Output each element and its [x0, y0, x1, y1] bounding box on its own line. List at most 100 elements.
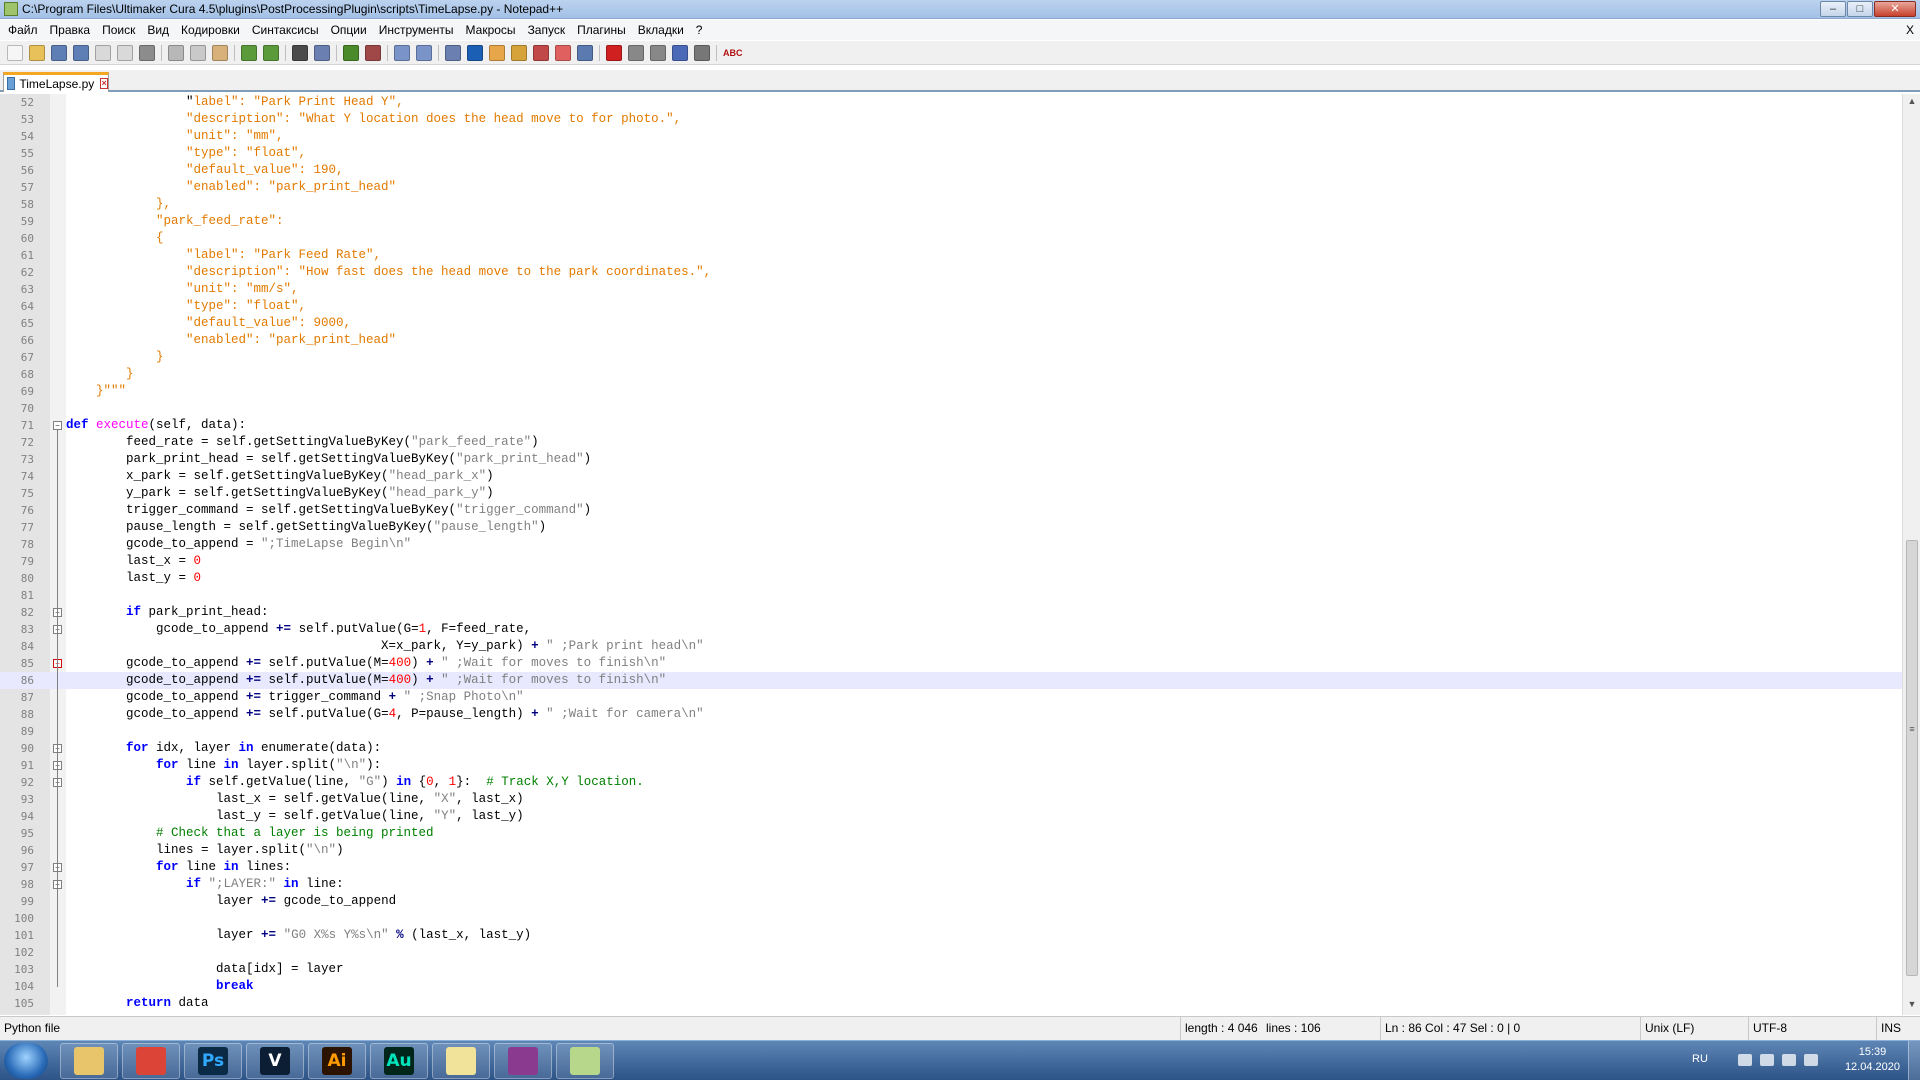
- menu-encoding[interactable]: Кодировки: [175, 20, 246, 40]
- spell-check-icon[interactable]: ABC: [723, 45, 743, 61]
- code-line[interactable]: 67 }: [0, 349, 1902, 366]
- save-macro-icon[interactable]: [694, 44, 710, 61]
- tab-close-icon[interactable]: ×: [100, 78, 108, 89]
- volume-icon[interactable]: [1804, 1054, 1818, 1066]
- save-icon[interactable]: [51, 44, 67, 61]
- taskbar-chrome-button[interactable]: [122, 1043, 180, 1079]
- taskbar-winrar-button[interactable]: [494, 1043, 552, 1079]
- doc-map-icon[interactable]: [511, 44, 527, 61]
- paste-icon[interactable]: [212, 44, 228, 61]
- menu-macro[interactable]: Макросы: [460, 20, 522, 40]
- code-line[interactable]: 79 last_x = 0: [0, 553, 1902, 570]
- tray-flag-icon[interactable]: [1782, 1054, 1796, 1066]
- code-line[interactable]: 86 gcode_to_append += self.putValue(M=40…: [0, 672, 1902, 689]
- code-line[interactable]: 73 park_print_head = self.getSettingValu…: [0, 451, 1902, 468]
- save-all-icon[interactable]: [73, 44, 89, 61]
- taskbar-notepadpp-button[interactable]: [556, 1043, 614, 1079]
- code-line[interactable]: 61 "label": "Park Feed Rate",: [0, 247, 1902, 264]
- code-line[interactable]: 92− if self.getValue(line, "G") in {0, 1…: [0, 774, 1902, 791]
- undo-icon[interactable]: [241, 44, 257, 61]
- find-icon[interactable]: [292, 44, 308, 61]
- code-line[interactable]: 99 layer += gcode_to_append: [0, 893, 1902, 910]
- monitoring-icon[interactable]: [577, 44, 593, 61]
- scroll-down-icon[interactable]: ▼: [1906, 999, 1918, 1011]
- taskbar-vegas-button[interactable]: V: [246, 1043, 304, 1079]
- tray-network-icon[interactable]: [1760, 1054, 1774, 1066]
- code-line[interactable]: 84 X=x_park, Y=y_park) + " ;Park print h…: [0, 638, 1902, 655]
- code-line[interactable]: 100: [0, 910, 1902, 927]
- maximize-button[interactable]: □: [1847, 1, 1873, 17]
- code-line[interactable]: 80 last_y = 0: [0, 570, 1902, 587]
- code-line[interactable]: 91− for line in layer.split("\n"):: [0, 757, 1902, 774]
- menu-language[interactable]: Синтаксисы: [246, 20, 325, 40]
- tray-clock[interactable]: 15:39 12.04.2020: [1845, 1045, 1900, 1075]
- menu-tools[interactable]: Инструменты: [373, 20, 460, 40]
- sync-vertical-icon[interactable]: [394, 44, 410, 61]
- show-desktop-button[interactable]: [1908, 1041, 1920, 1080]
- folder-workspace-icon[interactable]: [555, 44, 571, 61]
- zoom-in-icon[interactable]: [343, 44, 359, 61]
- menu-help[interactable]: ?: [690, 20, 709, 40]
- code-line[interactable]: 68 }: [0, 366, 1902, 383]
- code-line[interactable]: 98− if ";LAYER:" in line:: [0, 876, 1902, 893]
- close-document-button[interactable]: X: [1906, 20, 1914, 40]
- taskbar-explorer-button[interactable]: [60, 1043, 118, 1079]
- record-macro-icon[interactable]: [606, 44, 622, 61]
- code-line[interactable]: 58 },: [0, 196, 1902, 213]
- code-line[interactable]: 97− for line in lines:: [0, 859, 1902, 876]
- code-line[interactable]: 83− gcode_to_append += self.putValue(G=1…: [0, 621, 1902, 638]
- code-line[interactable]: 96 lines = layer.split("\n"): [0, 842, 1902, 859]
- code-line[interactable]: 69 }""": [0, 383, 1902, 400]
- code-line[interactable]: 93 last_x = self.getValue(line, "X", las…: [0, 791, 1902, 808]
- code-line[interactable]: 52 "label": "Park Print Head Y",: [0, 94, 1902, 111]
- replace-icon[interactable]: [314, 44, 330, 61]
- print-icon[interactable]: [139, 44, 155, 61]
- show-all-chars-icon[interactable]: [467, 44, 483, 61]
- tray-arrow-icon[interactable]: [1738, 1054, 1752, 1066]
- sync-horizontal-icon[interactable]: [416, 44, 432, 61]
- menu-file[interactable]: Файл: [2, 20, 44, 40]
- menu-view[interactable]: Вид: [141, 20, 175, 40]
- code-line[interactable]: 70: [0, 400, 1902, 417]
- code-line[interactable]: 56 "default_value": 190,: [0, 162, 1902, 179]
- word-wrap-icon[interactable]: [445, 44, 461, 61]
- code-line[interactable]: 59 "park_feed_rate":: [0, 213, 1902, 230]
- close-all-icon[interactable]: [117, 44, 133, 61]
- copy-icon[interactable]: [190, 44, 206, 61]
- code-line[interactable]: 89: [0, 723, 1902, 740]
- status-eol[interactable]: Unix (LF): [1640, 1017, 1740, 1040]
- code-line[interactable]: 60 {: [0, 230, 1902, 247]
- code-line[interactable]: 63 "unit": "mm/s",: [0, 281, 1902, 298]
- code-line[interactable]: 82− if park_print_head:: [0, 604, 1902, 621]
- menu-window[interactable]: Вкладки: [632, 20, 690, 40]
- code-line[interactable]: 81: [0, 587, 1902, 604]
- language-indicator[interactable]: RU: [1692, 1053, 1708, 1065]
- code-line[interactable]: 64 "type": "float",: [0, 298, 1902, 315]
- indent-guide-icon[interactable]: [489, 44, 505, 61]
- code-line[interactable]: 101 layer += "G0 X%s Y%s\n" % (last_x, l…: [0, 927, 1902, 944]
- fold-toggle-icon[interactable]: −: [53, 421, 62, 430]
- code-line[interactable]: 85− gcode_to_append += self.putValue(M=4…: [0, 655, 1902, 672]
- code-line[interactable]: 75 y_park = self.getSettingValueByKey("h…: [0, 485, 1902, 502]
- minimize-button[interactable]: –: [1820, 1, 1846, 17]
- code-line[interactable]: 102: [0, 944, 1902, 961]
- code-line[interactable]: 55 "type": "float",: [0, 145, 1902, 162]
- open-file-icon[interactable]: [29, 44, 45, 61]
- close-window-button[interactable]: ✕: [1874, 1, 1916, 17]
- code-line[interactable]: 74 x_park = self.getSettingValueByKey("h…: [0, 468, 1902, 485]
- code-line[interactable]: 94 last_y = self.getValue(line, "Y", las…: [0, 808, 1902, 825]
- taskbar-photoshop-button[interactable]: Ps: [184, 1043, 242, 1079]
- scroll-up-icon[interactable]: ▲: [1906, 96, 1918, 108]
- redo-icon[interactable]: [263, 44, 279, 61]
- scroll-thumb[interactable]: [1906, 540, 1918, 976]
- code-line[interactable]: 71 − def execute(self, data):: [0, 417, 1902, 434]
- menu-settings[interactable]: Опции: [325, 20, 373, 40]
- code-line[interactable]: 76 trigger_command = self.getSettingValu…: [0, 502, 1902, 519]
- menu-search[interactable]: Поиск: [96, 20, 141, 40]
- code-line[interactable]: 66 "enabled": "park_print_head": [0, 332, 1902, 349]
- cut-icon[interactable]: [168, 44, 184, 61]
- vertical-scrollbar[interactable]: ▲ ≡ ▼: [1902, 94, 1920, 1015]
- code-line[interactable]: 77 pause_length = self.getSettingValueBy…: [0, 519, 1902, 536]
- status-encoding[interactable]: UTF-8: [1748, 1017, 1870, 1040]
- code-line[interactable]: 78 gcode_to_append = ";TimeLapse Begin\n…: [0, 536, 1902, 553]
